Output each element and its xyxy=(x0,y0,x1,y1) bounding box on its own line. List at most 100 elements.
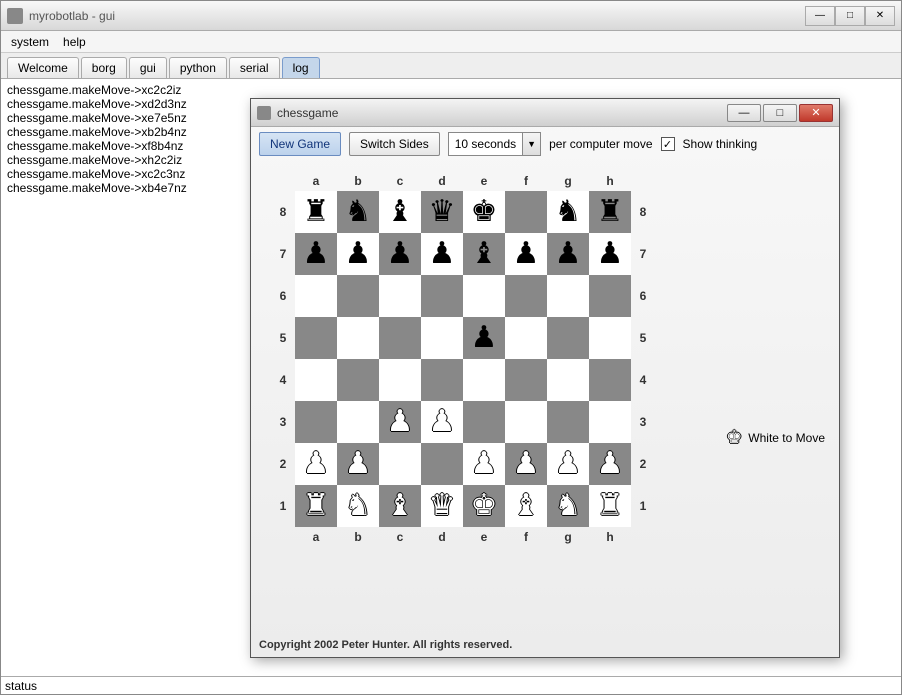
square-f8[interactable] xyxy=(505,191,547,233)
square-f2[interactable]: ♟ xyxy=(505,443,547,485)
square-g8[interactable]: ♞ xyxy=(547,191,589,233)
square-e4[interactable] xyxy=(463,359,505,401)
maximize-button[interactable]: □ xyxy=(835,6,865,26)
main-titlebar[interactable]: myrobotlab - gui — □ ✕ xyxy=(1,1,901,31)
piece-wp[interactable]: ♟ xyxy=(471,449,498,479)
square-c3[interactable]: ♟ xyxy=(379,401,421,443)
square-f7[interactable]: ♟ xyxy=(505,233,547,275)
square-b5[interactable] xyxy=(337,317,379,359)
tab-borg[interactable]: borg xyxy=(81,57,127,78)
square-h3[interactable] xyxy=(589,401,631,443)
piece-wp[interactable]: ♟ xyxy=(597,449,624,479)
square-c8[interactable]: ♝ xyxy=(379,191,421,233)
piece-br[interactable]: ♜ xyxy=(597,197,624,227)
menu-system[interactable]: system xyxy=(11,35,49,49)
time-combo[interactable]: 10 seconds ▼ xyxy=(448,132,541,156)
piece-bn[interactable]: ♞ xyxy=(555,197,582,227)
square-g6[interactable] xyxy=(547,275,589,317)
close-button[interactable]: ✕ xyxy=(865,6,895,26)
square-h4[interactable] xyxy=(589,359,631,401)
square-d3[interactable]: ♟ xyxy=(421,401,463,443)
square-a8[interactable]: ♜ xyxy=(295,191,337,233)
square-f5[interactable] xyxy=(505,317,547,359)
square-g7[interactable]: ♟ xyxy=(547,233,589,275)
new-game-button[interactable]: New Game xyxy=(259,132,341,156)
square-f1[interactable]: ♝ xyxy=(505,485,547,527)
square-d1[interactable]: ♛ xyxy=(421,485,463,527)
square-a3[interactable] xyxy=(295,401,337,443)
chevron-down-icon[interactable]: ▼ xyxy=(523,132,541,156)
square-f6[interactable] xyxy=(505,275,547,317)
square-a2[interactable]: ♟ xyxy=(295,443,337,485)
square-a6[interactable] xyxy=(295,275,337,317)
piece-bp[interactable]: ♟ xyxy=(387,239,414,269)
piece-wr[interactable]: ♜ xyxy=(597,491,624,521)
piece-bp[interactable]: ♟ xyxy=(471,323,498,353)
piece-bb[interactable]: ♝ xyxy=(471,239,498,269)
tab-welcome[interactable]: Welcome xyxy=(7,57,79,78)
square-c1[interactable]: ♝ xyxy=(379,485,421,527)
square-b6[interactable] xyxy=(337,275,379,317)
piece-bp[interactable]: ♟ xyxy=(513,239,540,269)
square-c2[interactable] xyxy=(379,443,421,485)
square-a4[interactable] xyxy=(295,359,337,401)
square-h1[interactable]: ♜ xyxy=(589,485,631,527)
piece-wp[interactable]: ♟ xyxy=(429,407,456,437)
chess-titlebar[interactable]: chessgame — □ ✕ xyxy=(251,99,839,127)
square-e2[interactable]: ♟ xyxy=(463,443,505,485)
square-h8[interactable]: ♜ xyxy=(589,191,631,233)
square-g4[interactable] xyxy=(547,359,589,401)
square-b3[interactable] xyxy=(337,401,379,443)
square-g1[interactable]: ♞ xyxy=(547,485,589,527)
piece-wp[interactable]: ♟ xyxy=(345,449,372,479)
piece-bp[interactable]: ♟ xyxy=(303,239,330,269)
square-f4[interactable] xyxy=(505,359,547,401)
piece-wr[interactable]: ♜ xyxy=(303,491,330,521)
switch-sides-button[interactable]: Switch Sides xyxy=(349,132,440,156)
piece-wp[interactable]: ♟ xyxy=(387,407,414,437)
minimize-button[interactable]: — xyxy=(805,6,835,26)
square-c6[interactable] xyxy=(379,275,421,317)
square-h5[interactable] xyxy=(589,317,631,359)
square-c7[interactable]: ♟ xyxy=(379,233,421,275)
square-d4[interactable] xyxy=(421,359,463,401)
square-h6[interactable] xyxy=(589,275,631,317)
square-c4[interactable] xyxy=(379,359,421,401)
tab-python[interactable]: python xyxy=(169,57,227,78)
square-a7[interactable]: ♟ xyxy=(295,233,337,275)
square-g5[interactable] xyxy=(547,317,589,359)
tab-serial[interactable]: serial xyxy=(229,57,280,78)
square-b1[interactable]: ♞ xyxy=(337,485,379,527)
piece-wb[interactable]: ♝ xyxy=(387,491,414,521)
piece-wp[interactable]: ♟ xyxy=(513,449,540,479)
tab-log[interactable]: log xyxy=(282,57,320,78)
square-e8[interactable]: ♚ xyxy=(463,191,505,233)
piece-bq[interactable]: ♛ xyxy=(429,197,456,227)
square-a1[interactable]: ♜ xyxy=(295,485,337,527)
square-d8[interactable]: ♛ xyxy=(421,191,463,233)
menu-help[interactable]: help xyxy=(63,35,86,49)
piece-wn[interactable]: ♞ xyxy=(555,491,582,521)
piece-bp[interactable]: ♟ xyxy=(555,239,582,269)
square-e3[interactable] xyxy=(463,401,505,443)
square-h2[interactable]: ♟ xyxy=(589,443,631,485)
square-b4[interactable] xyxy=(337,359,379,401)
piece-wq[interactable]: ♛ xyxy=(429,491,456,521)
tab-gui[interactable]: gui xyxy=(129,57,167,78)
piece-bp[interactable]: ♟ xyxy=(429,239,456,269)
piece-wp[interactable]: ♟ xyxy=(303,449,330,479)
show-thinking-checkbox[interactable]: ✓ xyxy=(661,137,675,151)
square-f3[interactable] xyxy=(505,401,547,443)
square-e1[interactable]: ♚ xyxy=(463,485,505,527)
square-h7[interactable]: ♟ xyxy=(589,233,631,275)
piece-wk[interactable]: ♚ xyxy=(471,491,498,521)
chess-close-button[interactable]: ✕ xyxy=(799,104,833,122)
square-e7[interactable]: ♝ xyxy=(463,233,505,275)
square-e6[interactable] xyxy=(463,275,505,317)
piece-br[interactable]: ♜ xyxy=(303,197,330,227)
piece-wn[interactable]: ♞ xyxy=(345,491,372,521)
chess-minimize-button[interactable]: — xyxy=(727,104,761,122)
square-b7[interactable]: ♟ xyxy=(337,233,379,275)
square-e5[interactable]: ♟ xyxy=(463,317,505,359)
square-b8[interactable]: ♞ xyxy=(337,191,379,233)
